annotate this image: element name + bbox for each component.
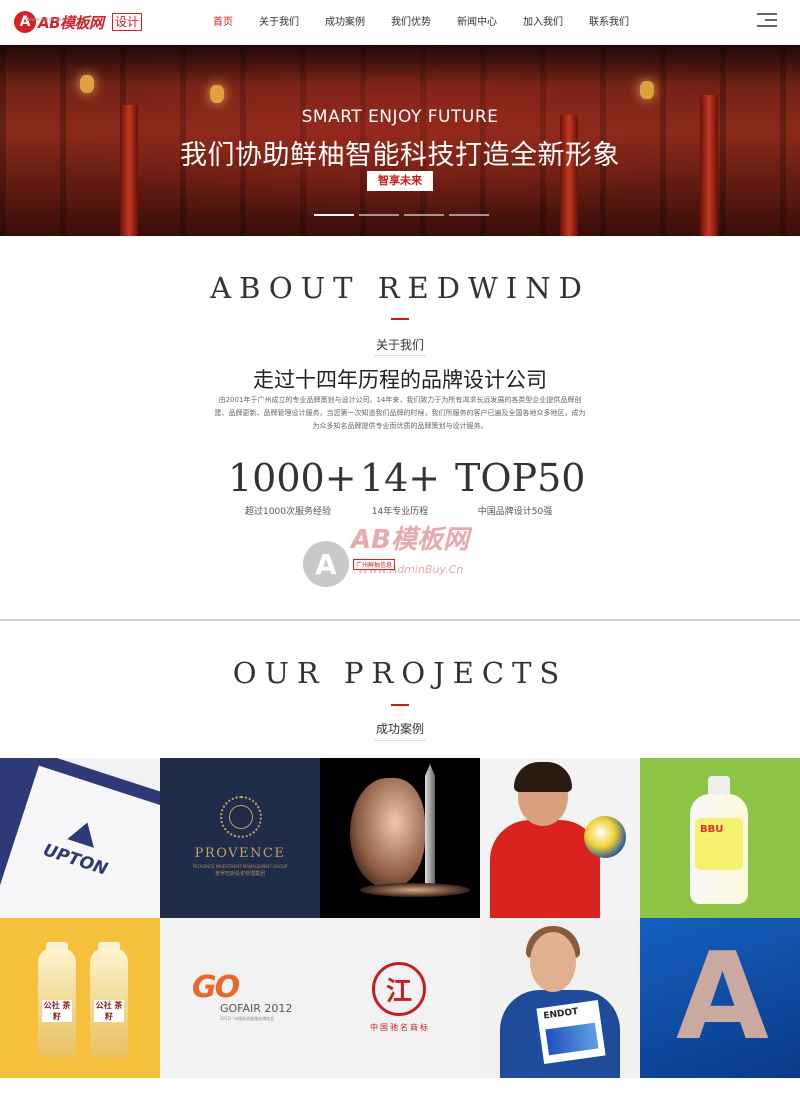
person-image (530, 932, 576, 992)
stat-label: 超过1000次服务经验 (245, 507, 331, 517)
volleyball-icon (584, 816, 626, 858)
hand-image (360, 883, 470, 897)
logo-subtitle: Www.AdminBuy.Cn (26, 17, 74, 23)
project-brand: GOFAIR 2012 (220, 1002, 293, 1015)
project-tile-endot[interactable]: ENDOT (480, 918, 640, 1078)
project-brand: 公社 茶籽 (42, 1000, 72, 1022)
projects-title-zh: 成功案例 (375, 722, 424, 736)
stat-label: 14年专业历程 (371, 507, 429, 517)
slider-dot[interactable] (404, 214, 444, 216)
banner-roof-decoration (0, 45, 800, 85)
nav-item-news[interactable]: 新闻中心 (457, 0, 497, 45)
stat-top50: TOP50 中国品牌设计50强 (455, 456, 586, 517)
gofair-logo-icon: GO (192, 970, 240, 1005)
project-tile-a[interactable]: A (640, 918, 800, 1078)
trademark-logo-icon: 江 (372, 962, 426, 1016)
project-tile-volleyball[interactable] (480, 758, 640, 918)
watermark: A AB模板网 Www.AdminBuy.Cn 广州鲜柚信息 (303, 519, 503, 589)
portrait-image (350, 778, 425, 888)
about-headline: 走过十四年历程的品牌设计公司 (253, 368, 547, 392)
slider-dot[interactable] (359, 214, 399, 216)
nav-item-contact[interactable]: 联系我们 (589, 0, 629, 45)
project-brand: ENDOT (542, 1006, 579, 1022)
slider-dot[interactable] (314, 214, 354, 216)
brochure-image: ENDOT (536, 999, 606, 1065)
letter-a-logo-icon: A (676, 928, 769, 1067)
projects-red-divider (391, 704, 409, 706)
banner-title-zh: 我们协助鲜柚智能科技打造全新形象 (180, 140, 620, 171)
project-brand: 中国驰名商标 (370, 1023, 430, 1032)
site-header: A AB模板网 Www.AdminBuy.Cn 设计 首页 关于我们 成功案例 … (0, 0, 800, 45)
projects-title-en: OUR PROJECTS (232, 656, 568, 690)
menu-icon[interactable] (757, 13, 777, 29)
projects-underline (374, 740, 426, 741)
watermark-text: AB模板网 (351, 525, 469, 555)
logo-tag: 设计 (112, 13, 143, 31)
project-brand: BBU (700, 824, 724, 835)
stat-value: 14+ (359, 456, 441, 500)
stat-value: TOP50 (455, 456, 586, 500)
stat-label: 中国品牌设计50强 (477, 507, 553, 517)
nav-item-cases[interactable]: 成功案例 (325, 0, 365, 45)
watermark-tag: 广州鲜柚信息 (353, 559, 396, 570)
hero-banner: SMART ENJOY FUTURE 我们协助鲜柚智能科技打造全新形象 智享未来 (0, 45, 800, 236)
about-underline (374, 355, 426, 356)
lantern-icon (80, 75, 94, 93)
banner-title-en: SMART ENJOY FUTURE (301, 107, 499, 127)
main-nav: 首页 关于我们 成功案例 我们优势 新闻中心 加入我们 联系我们 (200, 0, 642, 45)
lantern-icon (640, 81, 654, 99)
slider-dot[interactable] (449, 214, 489, 216)
watermark-logo-icon: A (303, 541, 349, 587)
banner-cta-button[interactable]: 智享未来 (367, 171, 433, 191)
nav-item-home[interactable]: 首页 (213, 0, 233, 45)
project-tile-tea[interactable]: 公社 茶籽 公社 茶籽 (0, 918, 160, 1078)
stat-services: 1000+ 超过1000次服务经验 (228, 456, 357, 517)
stat-years: 14+ 14年专业历程 (355, 456, 445, 517)
knife-image (425, 764, 435, 884)
slider-dots (314, 214, 489, 216)
lantern-icon (210, 85, 224, 103)
project-tile-bbu[interactable]: BBU (640, 758, 800, 918)
project-brand: 公社 茶籽 (94, 1000, 124, 1022)
project-tile-gofair[interactable]: GO GOFAIR 2012 2012广州国际会展服务博览会 (160, 918, 320, 1078)
project-tile-upton[interactable]: UPTON (0, 758, 160, 918)
about-red-divider (391, 318, 409, 320)
nav-item-advantages[interactable]: 我们优势 (391, 0, 431, 45)
project-tile-knife[interactable] (320, 758, 480, 918)
about-description: 由2001年于广州成立的专业品牌策划与设计公司。14年来，我们致力于为所有渴求长… (214, 396, 586, 430)
nav-item-about[interactable]: 关于我们 (259, 0, 299, 45)
project-tile-trademark[interactable]: 江 中国驰名商标 (320, 918, 480, 1078)
project-subtitle-zh: 普罗旺斯投资管理集团 (214, 871, 265, 877)
about-title-zh: 关于我们 (375, 338, 424, 352)
nav-item-join[interactable]: 加入我们 (523, 0, 563, 45)
about-title-en: ABOUT REDWIND (210, 271, 590, 305)
project-tile-provence[interactable]: PROVENCE PROVENCE INVESTMENT MANAGEMENT … (160, 758, 320, 918)
provence-seal-icon (220, 796, 262, 838)
project-brand: PROVENCE (194, 846, 286, 861)
projects-grid: UPTON PROVENCE PROVENCE INVESTMENT MANAG… (0, 758, 800, 1078)
section-divider (0, 619, 800, 621)
project-subtitle: 2012广州国际会展服务博览会 (220, 1016, 275, 1021)
project-subtitle: PROVENCE INVESTMENT MANAGEMENT GROUP (192, 864, 288, 869)
stat-value: 1000+ (228, 456, 357, 500)
